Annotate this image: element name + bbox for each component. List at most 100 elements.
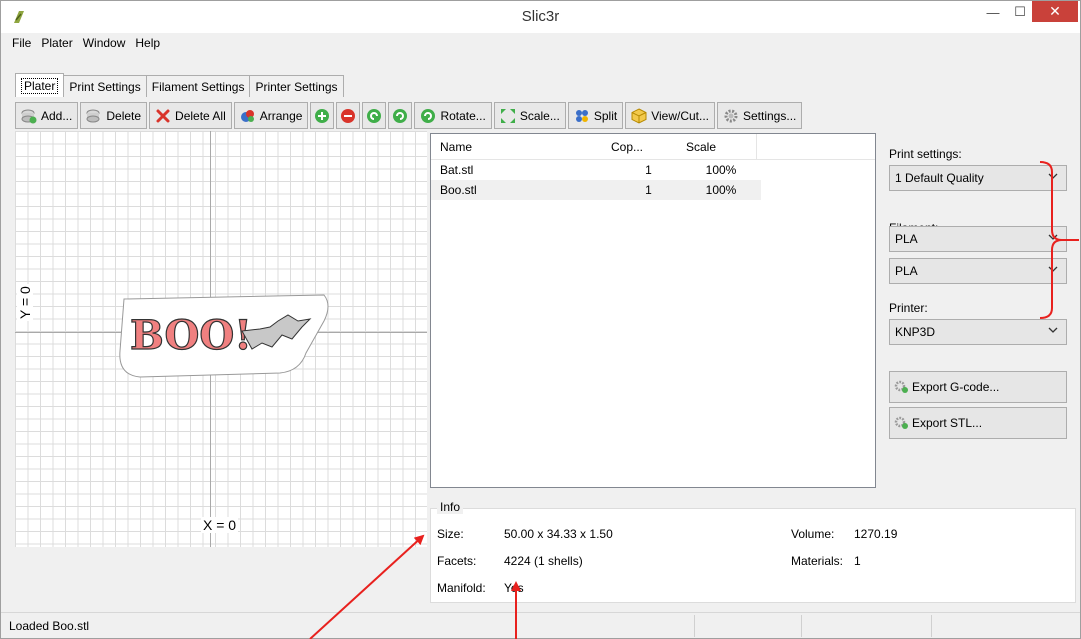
status-bar: Loaded Boo.stl <box>1 612 1080 638</box>
increase-copies-button[interactable] <box>310 102 335 129</box>
info-materials-value: 1 <box>854 554 861 568</box>
object-copies: 1 <box>645 163 652 177</box>
filament-select-1[interactable]: PLA <box>889 226 1067 252</box>
printer-select[interactable]: KNP3D <box>889 319 1067 345</box>
tab-filament-settings[interactable]: Filament Settings <box>145 75 251 97</box>
menu-file[interactable]: File <box>7 36 36 50</box>
x-axis-label: X = 0 <box>201 517 239 533</box>
window-title: Slic3r <box>521 8 560 25</box>
tab-plater[interactable]: Plater <box>15 73 65 97</box>
rotate-button[interactable]: Rotate... <box>414 102 492 129</box>
plater-objects[interactable]: BOO! <box>110 291 330 381</box>
export-gcode-button[interactable]: Export G-code... <box>889 371 1067 403</box>
rotate-right-icon <box>393 108 408 123</box>
info-manifold-value: Yes <box>504 581 524 595</box>
split-icon <box>575 109 588 122</box>
menu-bar: File Plater Window Help <box>1 33 1080 53</box>
rotate-left-icon <box>367 108 382 123</box>
object-scale: 100% <box>705 183 737 197</box>
plus-circle-icon <box>315 108 330 123</box>
settings-button[interactable]: Settings... <box>717 102 803 129</box>
export-stl-label: Export STL... <box>912 416 983 430</box>
tab-printer-settings[interactable]: Printer Settings <box>249 75 344 97</box>
info-legend: Info <box>437 500 464 514</box>
plater-canvas[interactable]: X = 0 Y = 0 BOO! <box>15 131 427 547</box>
column-copies[interactable]: Cop... <box>611 140 686 154</box>
minus-circle-icon <box>341 108 356 123</box>
tab-print-settings[interactable]: Print Settings <box>63 75 147 97</box>
gear-icon <box>724 109 738 122</box>
info-size-label: Size: <box>437 527 464 541</box>
print-settings-select[interactable]: 1 Default Quality <box>889 165 1067 191</box>
filament-1-value: PLA <box>895 232 918 246</box>
menu-window[interactable]: Window <box>78 36 131 50</box>
object-list[interactable]: Name Cop... Scale Bat.stl 1 100% Boo.stl… <box>430 133 876 488</box>
info-materials-label: Materials: <box>791 554 844 568</box>
maximize-button[interactable]: ☐ <box>1005 1 1035 23</box>
list-item-boo[interactable]: Boo.stl 1 100% <box>431 180 875 200</box>
title-bar: Slic3r — ☐ ✕ <box>1 1 1080 33</box>
chevron-down-icon <box>1048 327 1058 333</box>
menu-help[interactable]: Help <box>130 36 165 50</box>
list-item-bat[interactable]: Bat.stl 1 100% <box>431 160 875 180</box>
menu-plater[interactable]: Plater <box>36 36 77 50</box>
status-separator <box>694 615 695 637</box>
info-volume-label: Volume: <box>791 527 835 541</box>
rotate-button-label: Rotate... <box>440 108 486 123</box>
chevron-down-icon <box>1048 266 1058 272</box>
close-button[interactable]: ✕ <box>1032 1 1078 22</box>
gears-icon <box>894 380 908 393</box>
add-button[interactable]: Add... <box>15 102 79 129</box>
plater-toolbar: Add... Delete Delete All Arrange Rotate. <box>15 102 803 130</box>
scale-button[interactable]: Scale... <box>493 102 566 129</box>
column-scale[interactable]: Scale <box>686 140 756 154</box>
split-button-label: Split <box>593 108 618 123</box>
add-object-icon <box>21 109 37 123</box>
delete-button[interactable]: Delete <box>80 102 148 129</box>
delete-all-button-label: Delete All <box>175 108 226 123</box>
scale-icon <box>500 108 515 123</box>
export-gcode-label: Export G-code... <box>912 380 1000 394</box>
status-separator <box>931 615 932 637</box>
view-cut-button-label: View/Cut... <box>651 108 709 123</box>
print-settings-value: 1 Default Quality <box>895 171 984 185</box>
y-axis-label: Y = 0 <box>17 284 33 321</box>
gears-icon <box>894 416 908 429</box>
arrange-button[interactable]: Arrange <box>233 102 309 129</box>
object-name: Boo.stl <box>440 183 477 197</box>
status-separator <box>801 615 802 637</box>
rotate-ccw-button[interactable] <box>362 102 387 129</box>
delete-all-button[interactable]: Delete All <box>149 102 232 129</box>
info-facets-label: Facets: <box>437 554 477 568</box>
info-size-value: 50.00 x 34.33 x 1.50 <box>504 527 613 541</box>
delete-button-label: Delete <box>106 108 142 123</box>
delete-all-icon <box>156 109 170 122</box>
decrease-copies-button[interactable] <box>336 102 361 129</box>
print-settings-label: Print settings: <box>889 147 962 161</box>
tab-bar: Plater Print Settings Filament Settings … <box>15 73 344 97</box>
object-list-header: Name Cop... Scale <box>431 133 875 160</box>
column-name[interactable]: Name <box>431 140 611 154</box>
info-facets-value: 4224 (1 shells) <box>504 554 583 568</box>
export-stl-button[interactable]: Export STL... <box>889 407 1067 439</box>
chevron-down-icon <box>1048 173 1058 179</box>
cube-icon <box>631 107 647 124</box>
add-button-label: Add... <box>41 108 73 123</box>
chevron-down-icon <box>1048 234 1058 240</box>
object-scale: 100% <box>705 163 737 177</box>
tab-plater-label: Plater <box>21 77 59 94</box>
object-name: Bat.stl <box>440 163 474 177</box>
info-volume-value: 1270.19 <box>854 527 898 541</box>
boo-object[interactable]: BOO! <box>129 311 252 359</box>
status-text: Loaded Boo.stl <box>9 619 90 633</box>
rotate-cw-button[interactable] <box>388 102 413 129</box>
delete-object-icon <box>86 109 100 122</box>
scale-button-label: Scale... <box>519 108 560 123</box>
split-button[interactable]: Split <box>567 102 624 129</box>
column-separator <box>756 133 757 160</box>
app-window: Slic3r — ☐ ✕ File Plater Window Help Pla… <box>0 0 1081 639</box>
info-group: Size: 50.00 x 34.33 x 1.50 Facets: 4224 … <box>430 508 1076 603</box>
view-cut-button[interactable]: View/Cut... <box>625 102 715 129</box>
minimize-button[interactable]: — <box>978 1 1008 23</box>
filament-select-2[interactable]: PLA <box>889 258 1067 284</box>
